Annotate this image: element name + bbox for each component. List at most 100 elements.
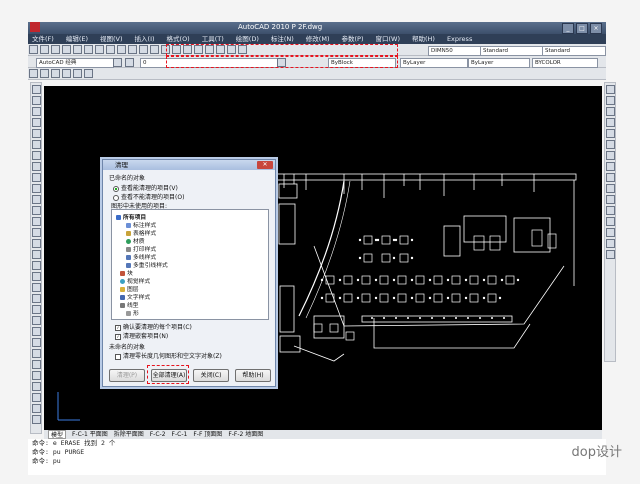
mirror-icon[interactable]: [31, 327, 41, 336]
text-front-icon[interactable]: [73, 69, 82, 78]
circle-icon[interactable]: [31, 151, 41, 160]
workspace-dropdown[interactable]: AutoCAD 经典: [36, 58, 114, 68]
hatch-icon[interactable]: [31, 239, 41, 248]
construction-line-icon[interactable]: [31, 96, 41, 105]
offset-icon[interactable]: [31, 338, 41, 347]
app-logo-icon[interactable]: [30, 22, 40, 32]
copy-right-icon[interactable]: [605, 96, 615, 105]
mleaderstyle-dropdown[interactable]: Standard: [542, 46, 606, 56]
tab-model[interactable]: 模型: [48, 430, 67, 439]
tab-layout-6[interactable]: F-F-2 地面图: [228, 430, 263, 439]
table-icon[interactable]: [31, 272, 41, 281]
linetype-dropdown[interactable]: ByLayer: [400, 58, 468, 68]
save-icon[interactable]: [51, 45, 60, 54]
gradient-icon[interactable]: [31, 250, 41, 259]
tablestyle-dropdown[interactable]: Standard: [480, 46, 544, 56]
rotate-right-icon[interactable]: [605, 151, 615, 160]
undo-icon[interactable]: [139, 45, 148, 54]
trim-icon[interactable]: [31, 404, 41, 413]
chamfer-icon[interactable]: [605, 228, 615, 237]
bring-front-icon[interactable]: [29, 69, 38, 78]
help-button[interactable]: 帮助(H): [235, 369, 271, 382]
menu-view[interactable]: 视图(V): [100, 34, 123, 44]
radio-view-nonpurgeable[interactable]: 查看不能清理的项目(O): [113, 192, 184, 201]
arc-icon[interactable]: [31, 140, 41, 149]
plotstyle-dropdown[interactable]: BYCOLOR: [532, 58, 598, 68]
redo-icon[interactable]: [150, 45, 159, 54]
command-window[interactable]: 命令: e ERASE 找到 2 个 命令: pu PURGE 命令: pu: [28, 439, 606, 475]
line-icon[interactable]: [31, 85, 41, 94]
layer-state-icon[interactable]: [125, 58, 134, 67]
menu-insert[interactable]: 插入(I): [135, 34, 155, 44]
offset-right-icon[interactable]: [605, 118, 615, 127]
tab-layout-5[interactable]: F-F 顶面图: [193, 430, 222, 439]
cut-icon[interactable]: [95, 45, 104, 54]
scale-right-icon[interactable]: [605, 162, 615, 171]
explode-icon[interactable]: [605, 250, 615, 259]
copy-object-icon[interactable]: [31, 316, 41, 325]
menu-window[interactable]: 窗口(W): [375, 34, 400, 44]
close-icon[interactable]: ×: [590, 23, 602, 34]
add-selected-icon[interactable]: [31, 294, 41, 303]
tab-layout-1[interactable]: F-C-1 平面图: [72, 430, 108, 439]
send-under-icon[interactable]: [62, 69, 71, 78]
tree-item-shapes[interactable]: 形: [126, 308, 139, 317]
scale-icon[interactable]: [31, 382, 41, 391]
array-icon[interactable]: [31, 349, 41, 358]
menu-parametric[interactable]: 参数(P): [341, 34, 363, 44]
send-back-icon[interactable]: [40, 69, 49, 78]
mirror-right-icon[interactable]: [605, 107, 615, 116]
dialog-close-button[interactable]: ✕: [257, 161, 273, 169]
polyline-icon[interactable]: [31, 107, 41, 116]
insert-block-icon[interactable]: [31, 206, 41, 215]
mtext-icon[interactable]: [31, 283, 41, 292]
purge-item-tree[interactable]: 所有项目 标注样式 表格样式 材质 打印样式 多线样式 多重引线样式 块 视觉样…: [111, 209, 269, 320]
minimize-icon[interactable]: _: [562, 23, 574, 34]
menu-format[interactable]: 格式(O): [167, 34, 190, 44]
maximize-icon[interactable]: □: [576, 23, 588, 34]
lineweight-dropdown[interactable]: ByLayer: [468, 58, 530, 68]
hatch-back-icon[interactable]: [84, 69, 93, 78]
fillet-icon[interactable]: [605, 239, 615, 248]
ellipse-arc-icon[interactable]: [31, 195, 41, 204]
polygon-icon[interactable]: [31, 118, 41, 127]
menu-edit[interactable]: 编辑(E): [66, 34, 88, 44]
menu-help[interactable]: 帮助(H): [412, 34, 435, 44]
erase-icon[interactable]: [31, 305, 41, 314]
tab-layout-3[interactable]: F-C-2: [150, 430, 166, 439]
stretch-right-icon[interactable]: [605, 173, 615, 182]
publish-icon[interactable]: [84, 45, 93, 54]
revcloud-icon[interactable]: [31, 162, 41, 171]
copy-icon[interactable]: [106, 45, 115, 54]
match-icon[interactable]: [128, 45, 137, 54]
menu-tools[interactable]: 工具(T): [202, 34, 224, 44]
purge-zero-length-checkbox[interactable]: 清理零长度几何图形和空文字对象(Z): [115, 351, 222, 360]
join-icon[interactable]: [605, 217, 615, 226]
rotate-icon[interactable]: [31, 371, 41, 380]
move-right-icon[interactable]: [605, 140, 615, 149]
make-block-icon[interactable]: [31, 217, 41, 226]
purge-nested-checkbox[interactable]: ✓ 清理嵌套项目(N): [115, 331, 168, 340]
menu-file[interactable]: 文件(F): [32, 34, 54, 44]
extend-right-icon[interactable]: [605, 195, 615, 204]
layer-manager-icon[interactable]: [113, 58, 122, 67]
region-icon[interactable]: [31, 261, 41, 270]
menu-draw[interactable]: 绘图(D): [236, 34, 259, 44]
preview-icon[interactable]: [73, 45, 82, 54]
spline-icon[interactable]: [31, 173, 41, 182]
new-icon[interactable]: [29, 45, 38, 54]
tab-layout-4[interactable]: F-C-1: [172, 430, 188, 439]
ellipse-icon[interactable]: [31, 184, 41, 193]
break-icon[interactable]: [605, 206, 615, 215]
point-icon[interactable]: [31, 228, 41, 237]
open-icon[interactable]: [40, 45, 49, 54]
rectangle-icon[interactable]: [31, 129, 41, 138]
print-icon[interactable]: [62, 45, 71, 54]
menu-express[interactable]: Express: [447, 34, 472, 44]
close-button[interactable]: 关闭(C): [193, 369, 229, 382]
stretch-icon[interactable]: [31, 393, 41, 402]
tab-layout-2[interactable]: 拆除平面图: [114, 430, 144, 439]
extend-icon[interactable]: [31, 415, 41, 424]
purge-button[interactable]: 清理(P): [109, 369, 145, 382]
erase-right-icon[interactable]: [605, 85, 615, 94]
